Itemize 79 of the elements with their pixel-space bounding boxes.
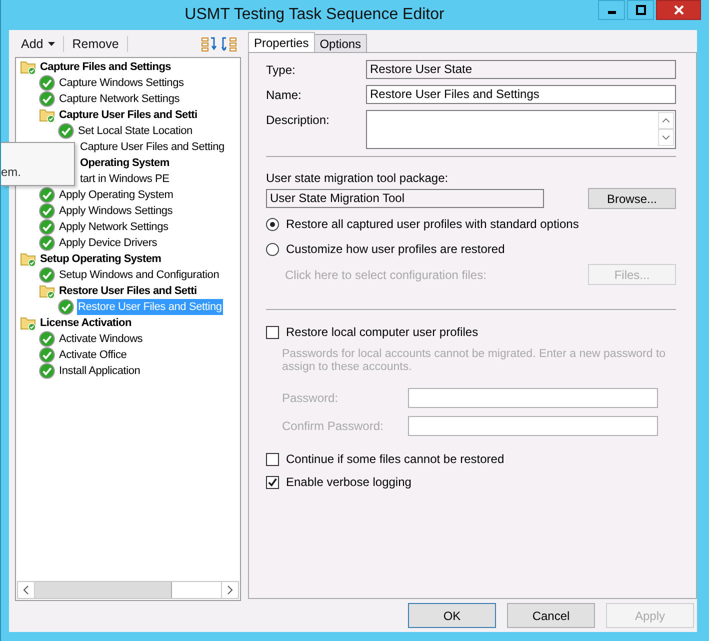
maximize-icon xyxy=(636,5,646,15)
scroll-up-icon[interactable] xyxy=(658,112,674,129)
scroll-down-icon[interactable] xyxy=(658,129,674,146)
dialog-button[interactable]: OK xyxy=(408,603,496,628)
horizontal-scrollbar[interactable] xyxy=(17,581,239,599)
checkbox[interactable] xyxy=(266,452,279,466)
maximize-button[interactable] xyxy=(627,0,654,20)
password-note: Passwords for local accounts cannot be migrated. Enter a new password to assign to these accounts. xyxy=(282,348,667,374)
tree-item[interactable]: Capture User Files and Setti xyxy=(58,107,198,123)
checkbox-label[interactable]: Restore local computer user profiles xyxy=(286,325,478,339)
checkbox-label[interactable]: Enable verbose logging xyxy=(286,475,412,489)
tree-item[interactable]: Activate Office xyxy=(58,347,128,363)
tree-item[interactable]: Capture User Files and Setting xyxy=(79,139,226,155)
tree-item[interactable]: tart in Windows PE xyxy=(79,171,170,187)
config-label: Click here to select configuration files: xyxy=(285,268,486,282)
tree-item[interactable]: Install Application xyxy=(58,363,142,379)
password-field[interactable] xyxy=(408,388,658,408)
checkmark-icon xyxy=(39,363,55,379)
move-up-icon[interactable] xyxy=(201,36,217,52)
radio-label[interactable]: Customize how user profiles are restored xyxy=(286,242,505,256)
folder-icon xyxy=(39,283,55,299)
minimize-button[interactable] xyxy=(598,0,625,20)
checkmark-icon xyxy=(39,235,55,251)
checkbox[interactable] xyxy=(266,326,279,338)
field-label: Description: xyxy=(266,112,330,127)
close-button[interactable] xyxy=(656,0,701,20)
tree-item[interactable]: Restore User Files and Setti xyxy=(58,283,198,299)
browse-button[interactable]: Browse... xyxy=(588,188,676,209)
checkmark-icon xyxy=(39,91,55,107)
field-label: Confirm Password: xyxy=(282,419,384,433)
confirm-password-field[interactable] xyxy=(408,416,658,436)
tree-item[interactable]: Set Local State Location xyxy=(77,123,194,139)
add-button[interactable]: Add xyxy=(17,36,60,50)
tree-item[interactable]: Apply Windows Settings xyxy=(58,203,174,219)
checkmark-icon xyxy=(39,331,55,347)
tree-item[interactable]: Capture Files and Settings xyxy=(39,59,172,75)
checkbox[interactable] xyxy=(266,476,279,488)
checkmark-icon xyxy=(39,267,55,283)
checkmark-icon xyxy=(58,299,74,315)
move-down-icon[interactable] xyxy=(221,36,237,52)
checkmark-icon xyxy=(39,75,55,91)
tree-item[interactable]: Capture Network Settings xyxy=(58,91,181,107)
checkmark-icon xyxy=(58,123,74,139)
tree-item[interactable]: Capture Windows Settings xyxy=(58,75,185,91)
checkbox-label[interactable]: Continue if some files cannot be restored xyxy=(286,452,504,466)
tree-item[interactable]: Apply Device Drivers xyxy=(58,235,158,251)
description-field[interactable] xyxy=(366,110,676,149)
field-label: Type: xyxy=(266,62,296,77)
radio-button[interactable] xyxy=(266,218,279,230)
tooltip-text: em. xyxy=(1,165,22,179)
radio-button[interactable] xyxy=(266,242,279,256)
remove-button[interactable]: Remove xyxy=(68,36,123,50)
tree-item[interactable]: Apply Network Settings xyxy=(58,219,170,235)
tree-item[interactable]: Apply Operating System xyxy=(58,187,174,203)
tree-item[interactable]: Activate Windows xyxy=(58,331,144,347)
field-label: Name: xyxy=(266,87,302,102)
folder-icon xyxy=(39,107,55,123)
type-field[interactable]: Restore User State xyxy=(366,60,676,79)
scroll-thumb[interactable] xyxy=(35,582,172,598)
package-field[interactable]: User State Migration Tool xyxy=(266,189,544,208)
caret-icon xyxy=(48,42,56,46)
tab[interactable]: Options xyxy=(314,34,368,52)
tree-item[interactable]: License Activation xyxy=(39,315,132,331)
folder-icon xyxy=(20,251,36,267)
radio-label[interactable]: Restore all captured user profiles with standard options xyxy=(286,217,579,231)
field-label: Password: xyxy=(282,391,340,405)
checkmark-icon xyxy=(39,347,55,363)
tree-item[interactable]: Setup Operating System xyxy=(39,251,162,267)
checkmark-icon xyxy=(39,219,55,235)
close-icon xyxy=(674,5,684,15)
tab[interactable]: Properties xyxy=(248,32,315,52)
folder-icon xyxy=(20,315,36,331)
window-title: USMT Testing Task Sequence Editor xyxy=(184,6,446,24)
name-field[interactable]: Restore User Files and Settings xyxy=(366,85,676,104)
dialog-button[interactable]: Cancel xyxy=(507,603,595,628)
checkmark-icon xyxy=(39,203,55,219)
package-label: User state migration tool package: xyxy=(266,171,450,185)
tree-item[interactable]: Operating System xyxy=(79,155,170,171)
tree-item[interactable]: Setup Windows and Configuration xyxy=(58,267,220,283)
